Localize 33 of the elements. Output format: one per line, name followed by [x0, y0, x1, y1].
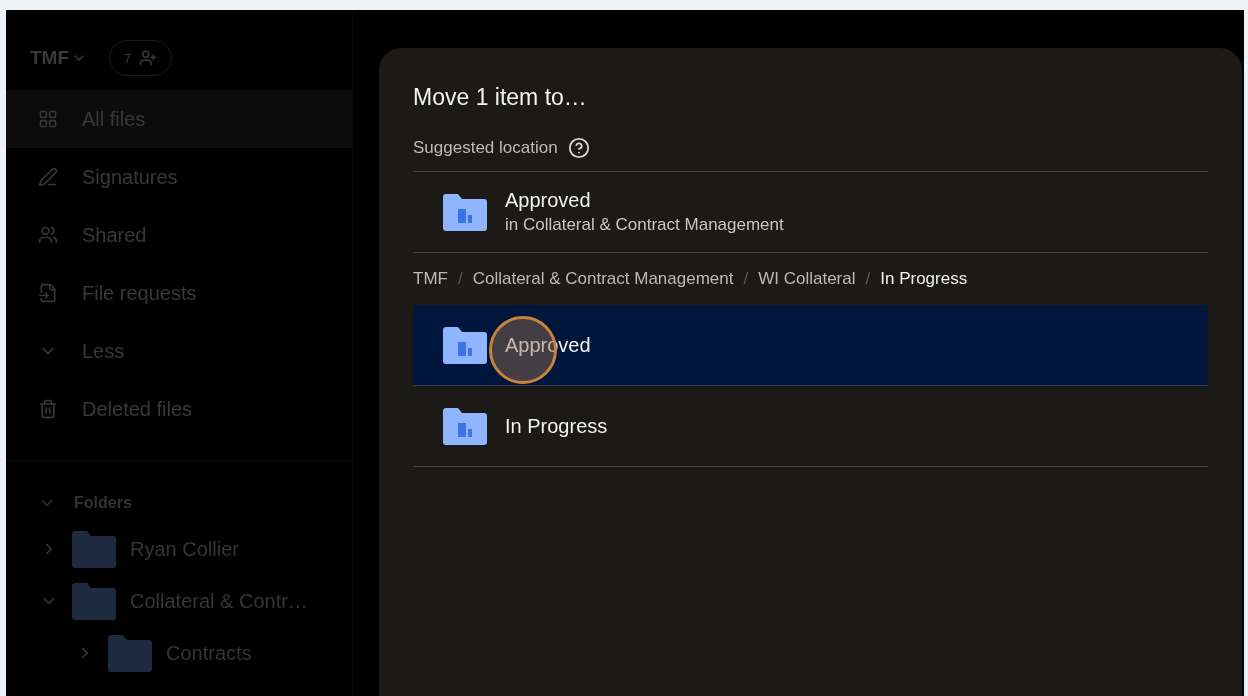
breadcrumb-separator: / [865, 269, 871, 289]
section-label: Suggested location [413, 138, 558, 158]
trash-icon [38, 399, 58, 419]
user-plus-icon [139, 49, 158, 67]
pen-icon [38, 167, 58, 187]
workspace-switcher[interactable]: TMF [30, 47, 88, 69]
nav-item[interactable]: Less [6, 322, 352, 380]
breadcrumb-separator: / [457, 269, 463, 289]
folder-icon [72, 582, 116, 620]
folder-icon [72, 530, 116, 568]
grid-icon [38, 109, 58, 129]
breadcrumb-link[interactable]: Collateral & Contract Management [472, 269, 734, 289]
nav-item[interactable]: Deleted files [6, 380, 352, 438]
nav-item[interactable]: Signatures [6, 148, 352, 206]
suggested-folder-row[interactable]: Approved in Collateral & Contract Management [413, 172, 1208, 253]
folder-icon [108, 634, 152, 672]
breadcrumb-link[interactable]: In Progress [880, 269, 968, 289]
breadcrumb-separator: / [743, 269, 749, 289]
folder-icon [443, 193, 487, 231]
breadcrumb-link[interactable]: WI Collateral [758, 269, 856, 289]
nav-item[interactable]: File requests [6, 264, 352, 322]
people-icon [38, 225, 58, 245]
folder-icon [443, 326, 487, 364]
dialog-title: Move 1 item to… [413, 84, 588, 111]
folder-icon [443, 407, 487, 445]
folder-location: in Collateral & Contract Management [505, 215, 784, 235]
folder-row[interactable]: In Progress [413, 386, 1208, 467]
help-icon[interactable] [567, 137, 590, 159]
file-icon [38, 283, 58, 303]
folder-name: Approved [505, 189, 592, 212]
breadcrumb-link[interactable]: TMF [413, 269, 448, 289]
folder-name: In Progress [505, 414, 608, 438]
nav-item[interactable]: Shared [6, 206, 352, 264]
